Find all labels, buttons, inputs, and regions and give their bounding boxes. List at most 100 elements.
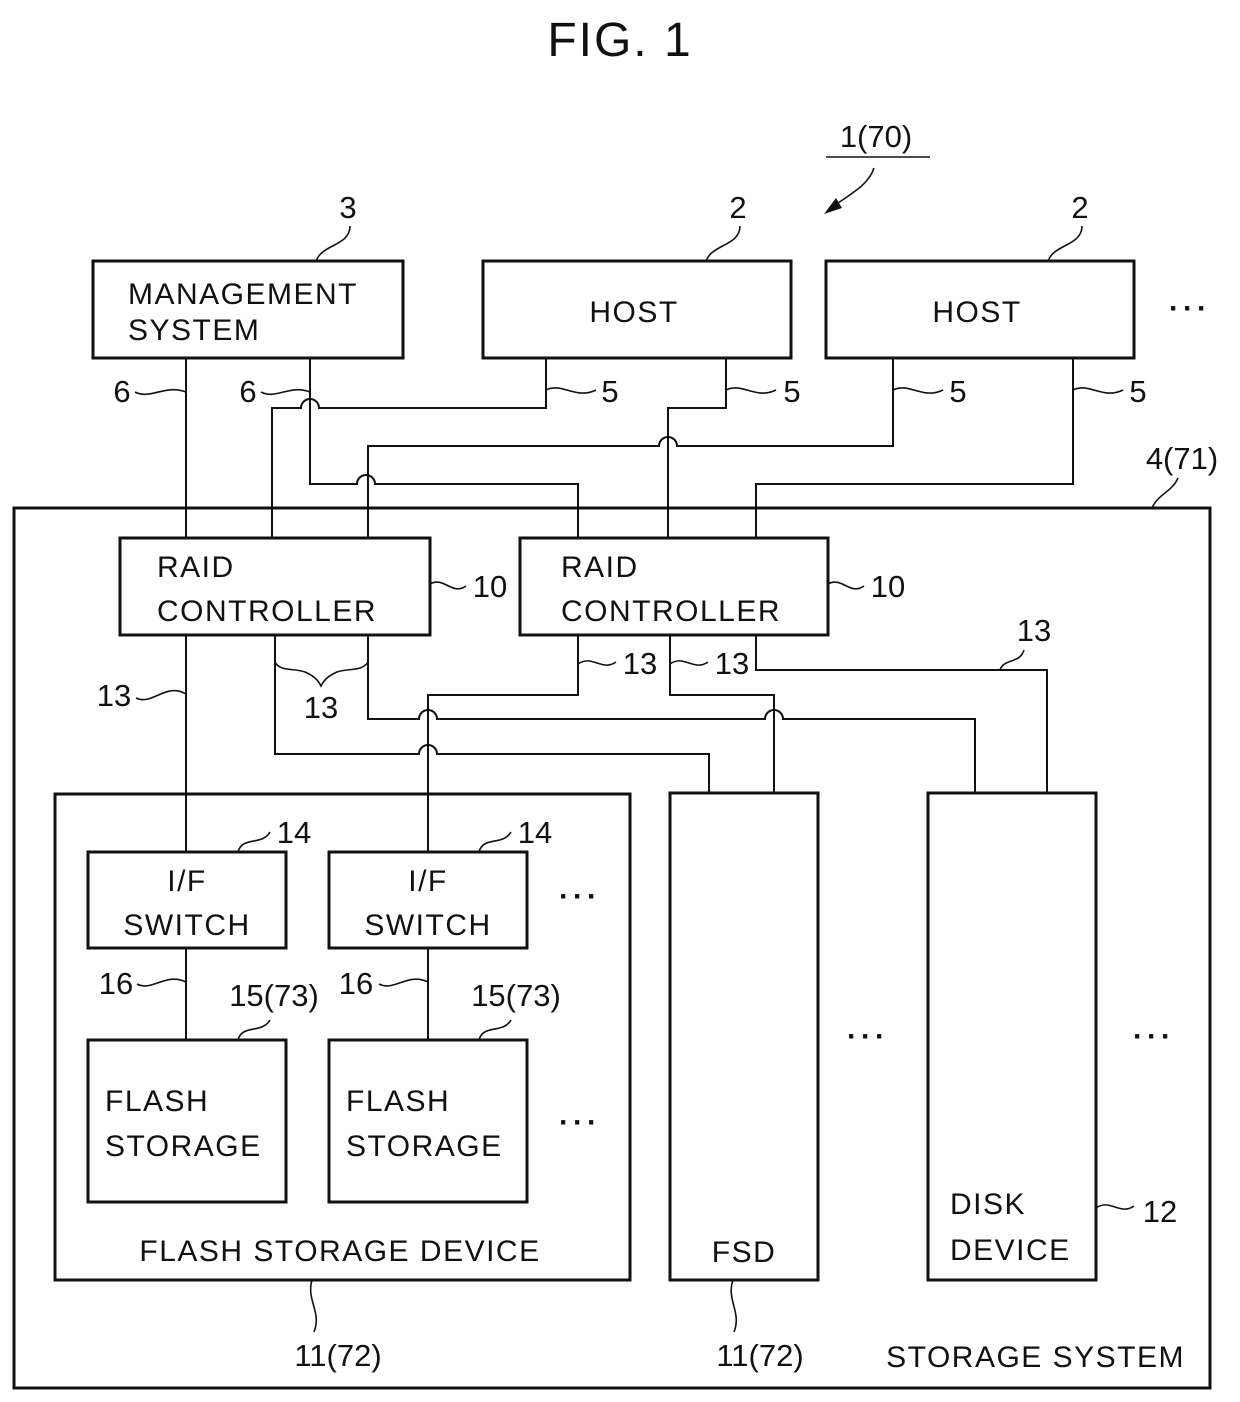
mgmt-link-right [309, 358, 579, 538]
flash-storage-2-box[interactable] [327, 1038, 529, 1204]
more-hosts-ellipsis: ··· [1169, 292, 1211, 325]
flash-storage-device-ref: 11(72) [294, 1338, 381, 1373]
raid-controller-2-ref: 10 [871, 569, 905, 604]
if-switch-2-ref-leader [478, 831, 512, 853]
drive-link-ref-3: 13 [623, 646, 657, 681]
management-system[interactable]: MANAGEMENT SYSTEM 3 [91, 190, 405, 360]
fsd-ref: 11(72) [716, 1338, 803, 1373]
flash-storage-1-box[interactable] [86, 1038, 288, 1204]
flash-storage-1-ref: 15(73) [229, 978, 319, 1013]
management-system-label-2: SYSTEM [128, 314, 260, 347]
host-2-ref: 2 [1071, 190, 1088, 225]
host-2[interactable]: HOST 2 [824, 190, 1136, 360]
raid2-link-disk [755, 635, 1048, 793]
drive-link-ref-5: 13 [1017, 613, 1051, 648]
flash-storage-2-ref: 15(73) [471, 978, 561, 1013]
raid1-link-disk [367, 635, 976, 793]
mgmt-link-ref-right: 6 [239, 374, 256, 409]
raid-controller-2-ref-leader [827, 581, 865, 590]
drive-link-ref-4: 13 [715, 646, 749, 681]
storage-system-ref-leader [1151, 477, 1179, 509]
drive-link-leader-5 [999, 649, 1025, 671]
flash-storage-device-label: FLASH STORAGE DEVICE [139, 1235, 540, 1268]
raid-controller-1-label-2: CONTROLLER [157, 595, 377, 628]
drive-link-brace [274, 661, 369, 688]
internal-link-ref-2: 16 [339, 966, 373, 1001]
disk-device-ref: 12 [1143, 1194, 1177, 1229]
flash-storage-2-label-1: FLASH [346, 1085, 450, 1118]
host1-link-a [271, 358, 547, 538]
disk-device-ref-leader [1095, 1204, 1135, 1210]
if-switch-2-label-2: SWITCH [364, 909, 491, 942]
raid-controller-2-label-2: CONTROLLER [561, 595, 781, 628]
disk-device-label-1: DISK [950, 1188, 1026, 1221]
host-1-label: HOST [589, 296, 678, 329]
flash-storage-1-label-1: FLASH [105, 1085, 209, 1118]
if-switch-2[interactable]: I/F SWITCH 14 [327, 815, 552, 950]
if-switch-1-label-2: SWITCH [123, 909, 250, 942]
flash-storage-1-label-2: STORAGE [105, 1130, 262, 1163]
mgmt-link-right-leader [260, 388, 311, 396]
host-1[interactable]: HOST 2 [481, 190, 793, 360]
more-switches-ellipsis: ··· [559, 880, 601, 913]
management-system-label-1: MANAGEMENT [128, 278, 358, 311]
host-link-leader-4 [1072, 387, 1124, 394]
raid-controller-1-label-1: RAID [157, 551, 235, 584]
link-labels-top: 6 6 5 5 5 5 [113, 374, 1146, 409]
host-2-label: HOST [932, 296, 1021, 329]
host2-link-a [367, 358, 894, 538]
host2-link-b [755, 358, 1074, 538]
mgmt-link-ref-left: 6 [113, 374, 130, 409]
if-switch-1[interactable]: I/F SWITCH 14 [86, 815, 311, 950]
more-disks-ellipsis: ··· [1133, 1020, 1175, 1053]
drive-link-leader-1 [135, 689, 187, 701]
fsd-box[interactable] [668, 791, 820, 1282]
host-2-ref-leader [1047, 225, 1083, 262]
raid-controller-2-label-1: RAID [561, 551, 639, 584]
host1-link-b [667, 358, 727, 538]
internal-link-leader-1 [136, 978, 187, 987]
host-link-ref-3: 5 [949, 374, 966, 409]
if-switch-1-ref-leader [237, 831, 271, 853]
disk-device-label-2: DEVICE [950, 1234, 1071, 1267]
host-link-leader-2 [725, 387, 777, 394]
drive-link-ref-2: 13 [304, 690, 338, 725]
raid2-link-ifsw2 [427, 635, 579, 852]
fsd-ref-leader [730, 1279, 738, 1333]
internal-link-ref-1: 16 [99, 966, 133, 1001]
host-link-ref-2: 5 [783, 374, 800, 409]
system-reference: 1(70) [824, 119, 930, 214]
management-system-ref: 3 [339, 190, 356, 225]
storage-system-label: STORAGE SYSTEM [886, 1341, 1185, 1374]
flash-storage-2-ref-leader [478, 1019, 512, 1041]
internal-link-leader-2 [378, 978, 429, 987]
if-switch-2-label-1: I/F [408, 865, 448, 898]
flash-storage-device[interactable]: FLASH STORAGE DEVICE 11(72) I/F SWITCH 1… [53, 792, 632, 1373]
raid-controller-1[interactable]: RAID CONTROLLER 10 [118, 536, 507, 637]
flash-storage-1-ref-leader [237, 1019, 271, 1041]
host-1-ref: 2 [729, 190, 746, 225]
flash-storage-device-ref-leader [309, 1279, 318, 1333]
figure-title: FIG. 1 [547, 14, 692, 67]
mgmt-link-left-leader [134, 388, 187, 396]
if-switch-1-ref: 14 [277, 815, 311, 850]
more-flash-storages-ellipsis: ··· [559, 1106, 601, 1139]
flash-storage-1[interactable]: FLASH STORAGE 15(73) [86, 978, 319, 1204]
fsd-label: FSD [712, 1236, 777, 1269]
flash-storage-2[interactable]: FLASH STORAGE 15(73) [327, 978, 561, 1204]
raid-controller-2[interactable]: RAID CONTROLLER 10 [518, 536, 905, 637]
raid-controller-1-ref: 10 [473, 569, 507, 604]
storage-system-diagram: FIG. 1 1(70) STORAGE SYSTEM 4(71) MANAGE… [12, 14, 1218, 1390]
flash-storage-2-label-2: STORAGE [346, 1130, 503, 1163]
host-link-leader-3 [892, 387, 944, 394]
drive-link-leader-4 [669, 660, 709, 666]
if-switch-2-ref: 14 [518, 815, 552, 850]
drive-link-ref-1: 13 [97, 678, 131, 713]
fsd[interactable]: FSD 11(72) [668, 791, 820, 1373]
raid-controller-1-ref-leader [429, 581, 467, 590]
system-ref-label: 1(70) [840, 119, 912, 154]
host-1-ref-leader [705, 225, 741, 262]
management-system-ref-leader [315, 225, 351, 262]
drive-link-leader-3 [577, 660, 617, 666]
if-switch-1-label-1: I/F [167, 865, 207, 898]
